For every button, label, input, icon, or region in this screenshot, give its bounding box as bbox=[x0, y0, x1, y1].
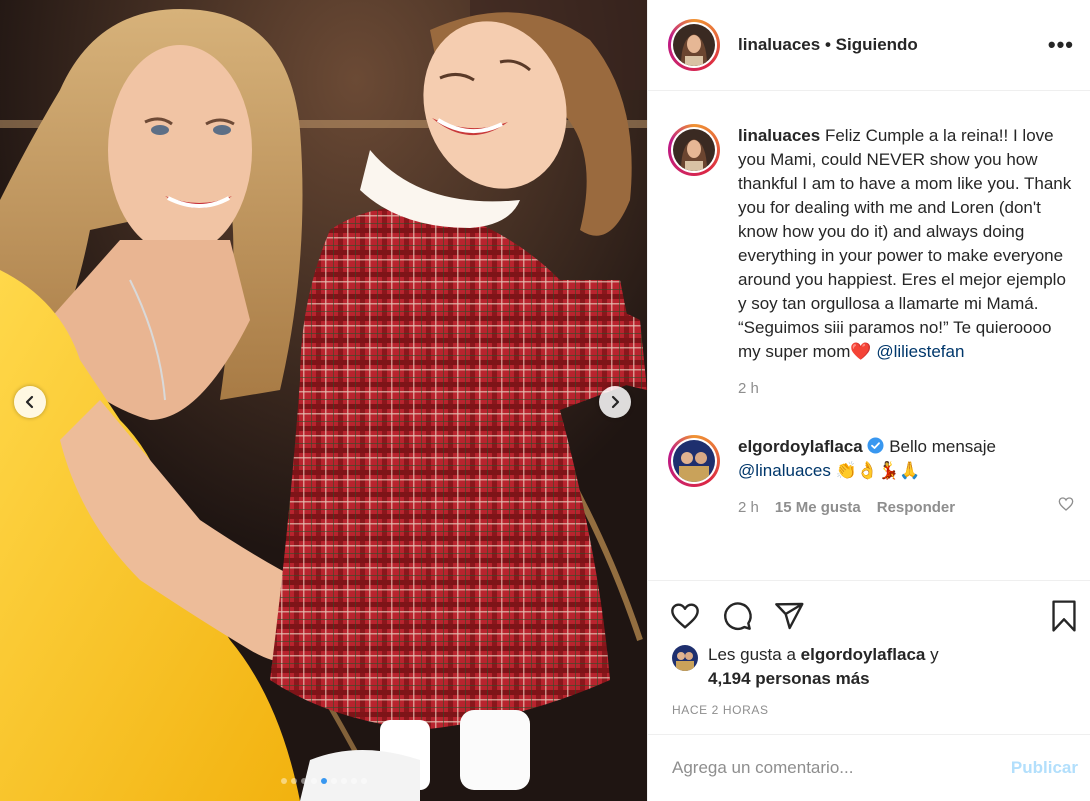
likes-prefix: Les gusta a bbox=[708, 645, 796, 664]
liker-username[interactable]: elgordoylaflaca bbox=[801, 645, 926, 664]
avatar-image bbox=[673, 129, 715, 171]
heart-icon[interactable] bbox=[668, 600, 702, 632]
comment-text: elgordoylaflaca Bello mensaje @linaluace… bbox=[738, 435, 1074, 483]
header-username[interactable]: linaluaces bbox=[738, 35, 820, 54]
carousel-dot bbox=[340, 778, 347, 784]
caption-text: linaluaces Feliz Cumple a la reina!! I l… bbox=[738, 124, 1074, 364]
carousel-dot bbox=[280, 778, 287, 784]
comment-icon[interactable] bbox=[720, 600, 754, 632]
likes-text: Les gusta a elgordoylaflaca y 4,194 pers… bbox=[708, 643, 939, 691]
post-side-panel: linaluaces • Siguiendo ••• linaluaces Fe… bbox=[647, 0, 1090, 801]
post-photo[interactable] bbox=[0, 0, 647, 801]
post-header: linaluaces • Siguiendo ••• bbox=[648, 0, 1090, 91]
caption-avatar[interactable] bbox=[668, 124, 720, 176]
carousel-next-button[interactable] bbox=[599, 386, 631, 418]
comment-likes-count[interactable]: 15 Me gusta bbox=[775, 499, 861, 516]
caption-mention-link[interactable]: @liliestefan bbox=[876, 342, 964, 361]
carousel-indicator bbox=[0, 778, 647, 784]
caption-comment: linaluaces Feliz Cumple a la reina!! I l… bbox=[648, 124, 1090, 397]
liker-avatar[interactable] bbox=[672, 645, 698, 671]
header-separator: • bbox=[824, 35, 831, 54]
likes-others-button[interactable]: 4,194 personas más bbox=[708, 669, 870, 688]
carousel-dot bbox=[310, 778, 317, 784]
author-avatar[interactable] bbox=[668, 19, 720, 71]
comment-mention-link[interactable]: @linaluaces bbox=[738, 461, 831, 480]
carousel-dot bbox=[300, 778, 307, 784]
caption-body: Feliz Cumple a la reina!! I love you Mam… bbox=[738, 126, 1072, 361]
carousel-dot bbox=[360, 778, 367, 784]
comment-meta: 2 h 15 Me gusta Responder bbox=[738, 499, 1074, 516]
commenter-avatar[interactable] bbox=[668, 435, 720, 487]
caption-username[interactable]: linaluaces bbox=[738, 126, 820, 145]
avatar-image bbox=[673, 440, 715, 482]
carousel-dot bbox=[350, 778, 357, 784]
carousel-dot bbox=[320, 778, 327, 784]
post-timestamp[interactable]: HACE 2 HORAS bbox=[648, 691, 1090, 717]
comment-time[interactable]: 2 h bbox=[738, 499, 759, 516]
carousel-dot bbox=[290, 778, 297, 784]
header-user: linaluaces • Siguiendo bbox=[738, 35, 1048, 55]
post-actions: Les gusta a elgordoylaflaca y 4,194 pers… bbox=[648, 580, 1090, 732]
carousel-dot bbox=[330, 778, 337, 784]
comment-body: Bello mensaje bbox=[889, 437, 996, 456]
bookmark-icon[interactable] bbox=[1048, 599, 1080, 633]
chevron-left-icon bbox=[25, 395, 34, 409]
verified-badge-icon bbox=[867, 437, 884, 454]
likes-connector: y bbox=[930, 645, 939, 664]
post-image bbox=[0, 0, 647, 801]
caption-meta: 2 h bbox=[738, 380, 1074, 397]
avatar-image bbox=[672, 645, 698, 671]
comment-emojis: 👏👌💃🙏 bbox=[835, 461, 921, 480]
like-comment-heart-icon[interactable] bbox=[1058, 496, 1074, 512]
publish-button[interactable]: Publicar bbox=[1011, 758, 1078, 778]
caption-time[interactable]: 2 h bbox=[738, 380, 759, 397]
more-options-icon[interactable]: ••• bbox=[1048, 34, 1074, 56]
carousel-prev-button[interactable] bbox=[14, 386, 46, 418]
comment-item: elgordoylaflaca Bello mensaje @linaluace… bbox=[648, 435, 1090, 516]
comments-list[interactable]: linaluaces Feliz Cumple a la reina!! I l… bbox=[648, 92, 1090, 580]
comment-input[interactable] bbox=[672, 758, 1011, 778]
reply-button[interactable]: Responder bbox=[877, 499, 955, 516]
share-icon[interactable] bbox=[772, 600, 806, 632]
avatar-image bbox=[673, 24, 715, 66]
chevron-right-icon bbox=[611, 395, 620, 409]
follow-status-button[interactable]: Siguiendo bbox=[836, 35, 918, 54]
commenter-username[interactable]: elgordoylaflaca bbox=[738, 437, 863, 456]
likes-summary: Les gusta a elgordoylaflaca y 4,194 pers… bbox=[648, 635, 1090, 691]
add-comment-bar: Publicar bbox=[648, 734, 1090, 801]
